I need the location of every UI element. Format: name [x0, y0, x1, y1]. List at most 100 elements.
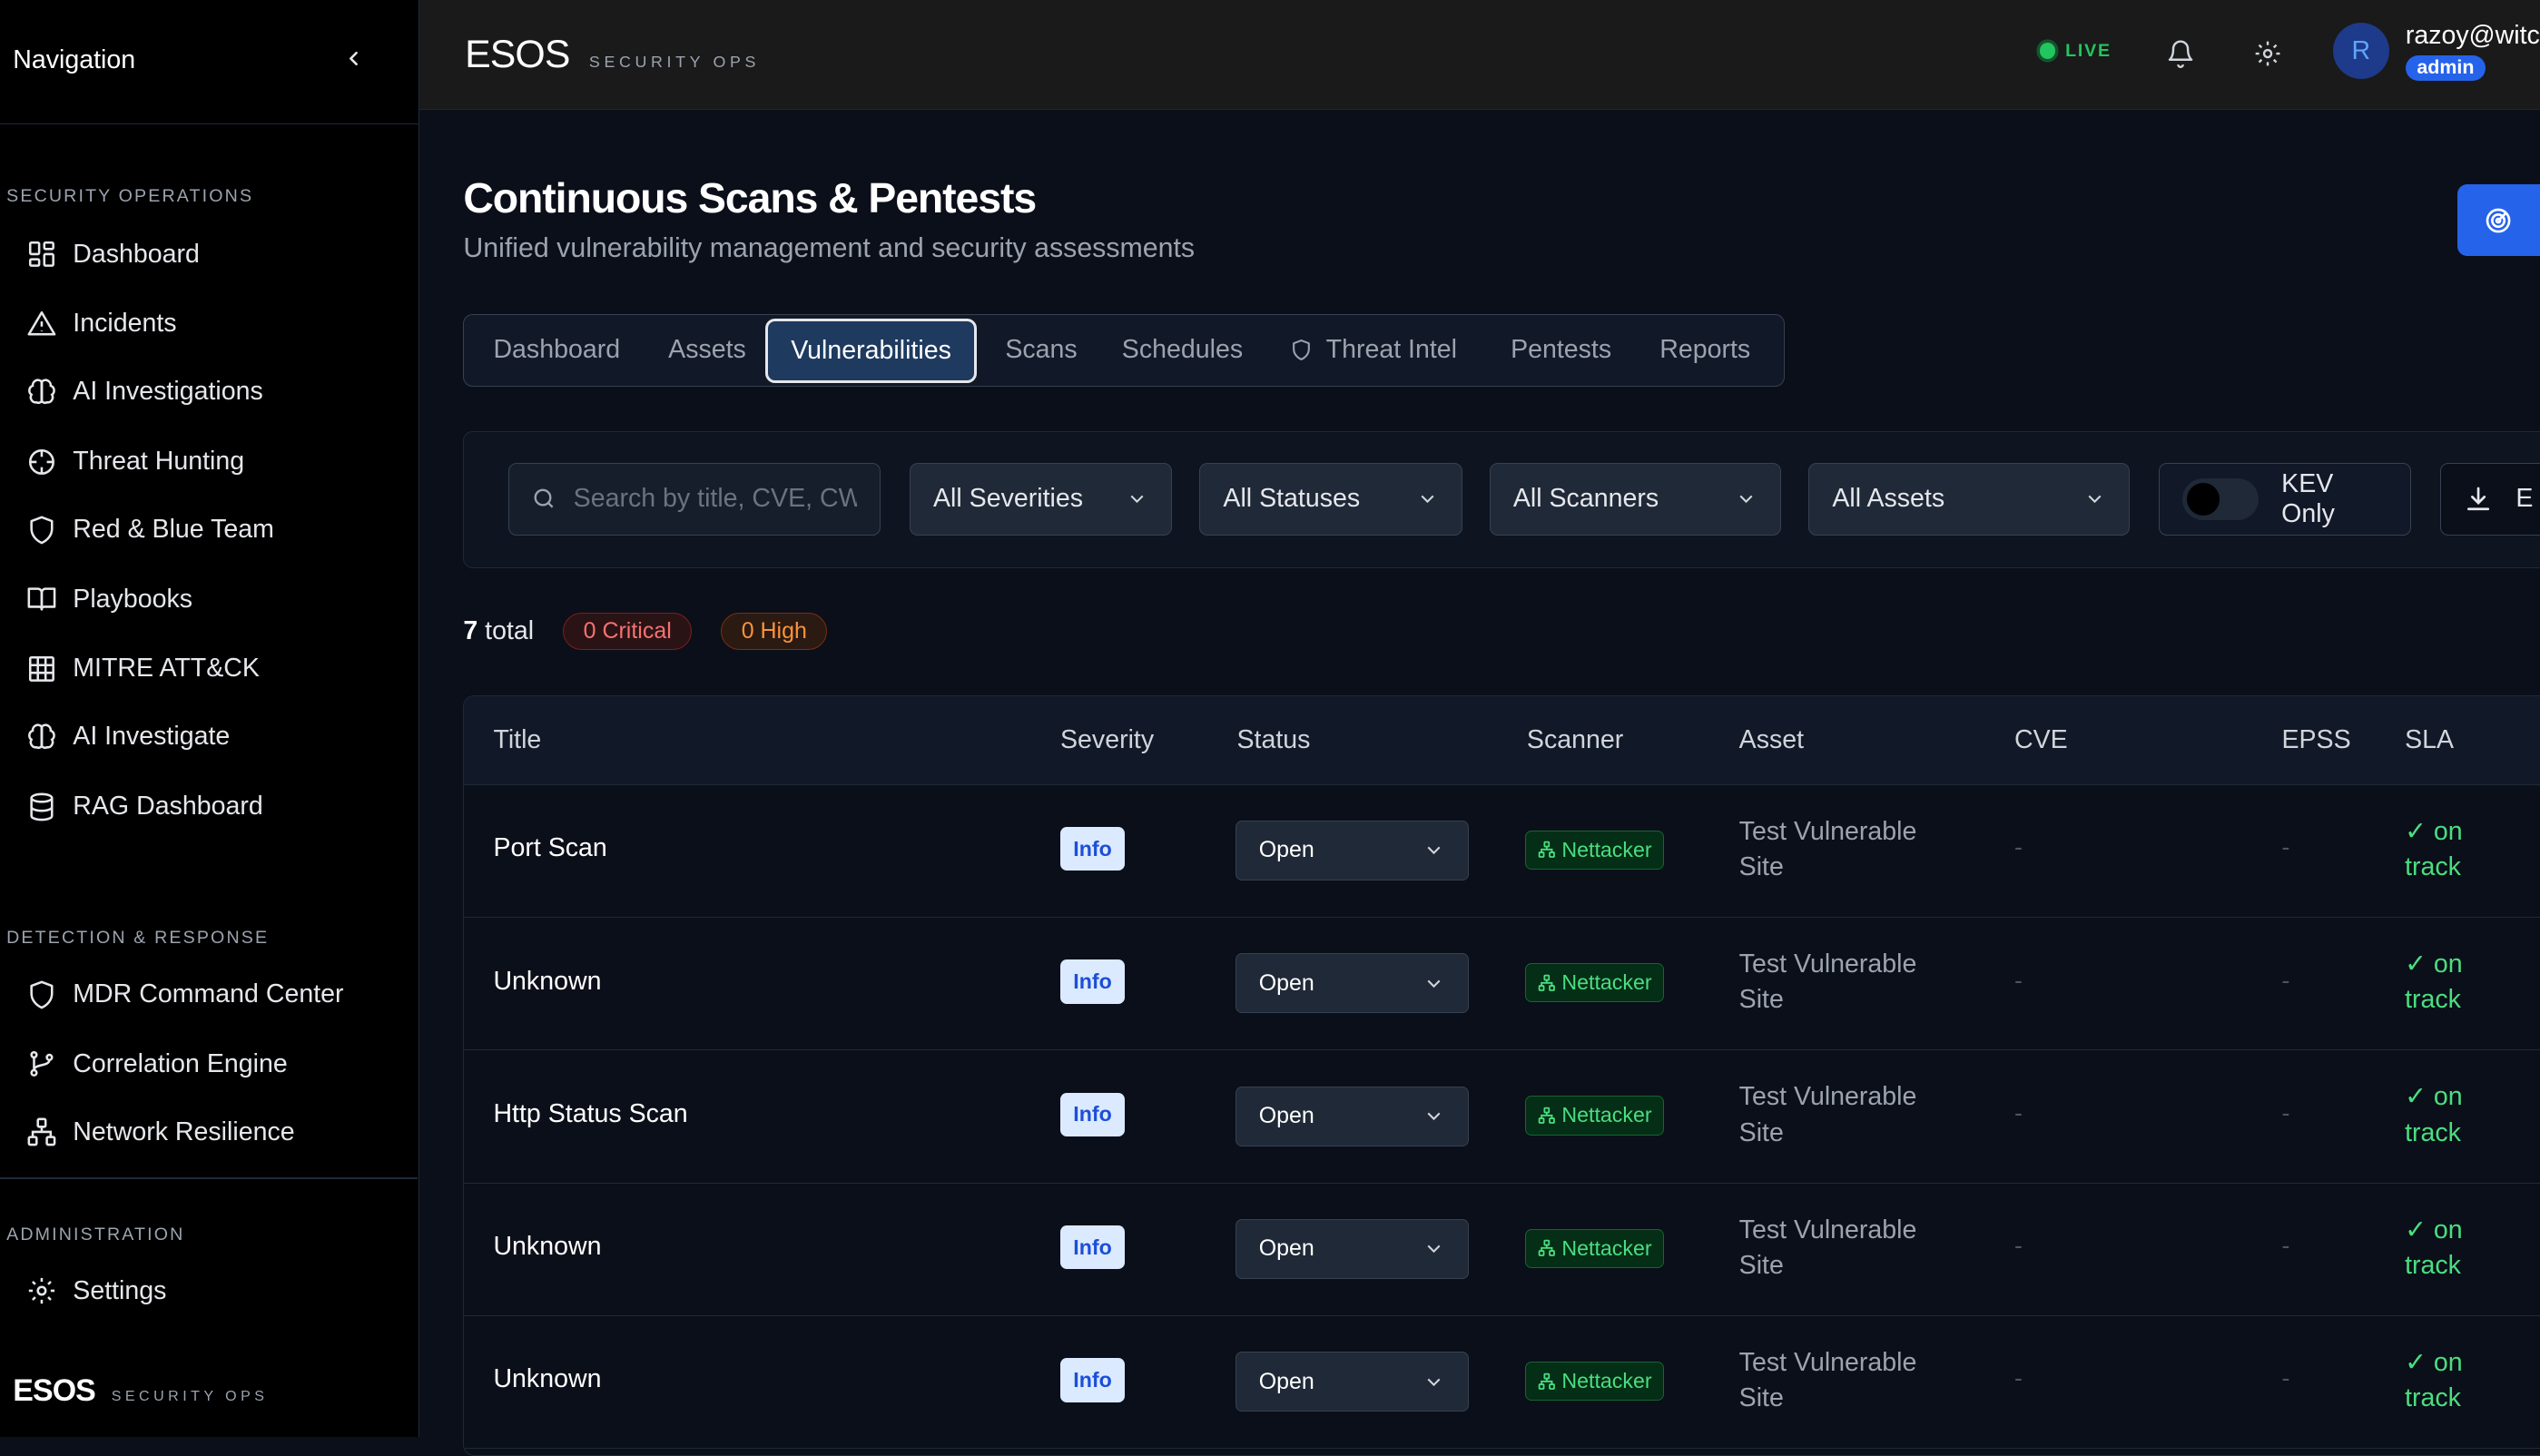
vuln-title[interactable]: Http Status Scan	[493, 1099, 687, 1129]
settings-button[interactable]	[2250, 35, 2286, 71]
network-icon	[1538, 1107, 1555, 1124]
tab-threat-intel[interactable]: Threat Intel	[1290, 315, 1457, 385]
avatar[interactable]: R	[2332, 22, 2390, 80]
status-dropdown[interactable]: Open	[1235, 1352, 1469, 1412]
brain-icon	[27, 379, 55, 404]
sidebar-item-rag-dashboard[interactable]: RAG Dashboard	[26, 782, 399, 831]
cve-value: -	[2014, 1364, 2023, 1392]
scanner-badge: Nettacker	[1525, 1228, 1665, 1268]
vuln-title[interactable]: Unknown	[493, 1232, 601, 1262]
table-row[interactable]: Http Status Scan Info Open Nettacker Tes…	[464, 1050, 2540, 1184]
tab-bar: Dashboard Assets Vulnerabilities Scans S…	[463, 314, 1786, 388]
collapse-sidebar-button[interactable]	[337, 42, 369, 74]
epss-value: -	[2281, 1098, 2290, 1126]
kev-only-toggle[interactable]: KEV Only	[2158, 462, 2412, 536]
book-icon	[27, 587, 55, 611]
scanner-badge: Nettacker	[1525, 830, 1665, 870]
sidebar-item-ai-investigate[interactable]: AI Investigate	[26, 713, 399, 762]
sidebar-item-incidents[interactable]: Incidents	[26, 300, 399, 349]
total-number: 7	[463, 615, 478, 645]
sidebar-item-threat-hunting[interactable]: Threat Hunting	[26, 438, 399, 487]
bell-icon	[2168, 40, 2193, 68]
tab-schedules[interactable]: Schedules	[1122, 315, 1243, 385]
sidebar-item-mitre-attack[interactable]: MITRE ATT&CK	[26, 644, 399, 694]
toggle-knob	[2187, 482, 2220, 516]
toggle-switch[interactable]	[2181, 477, 2259, 520]
sidebar-item-dashboard[interactable]: Dashboard	[26, 230, 399, 279]
assets-select[interactable]: All Assets	[1808, 462, 2130, 536]
cve-value: -	[2014, 833, 2023, 861]
sidebar-item-label: Threat Hunting	[73, 447, 245, 477]
column-header-severity[interactable]: Severity	[1060, 725, 1154, 755]
start-scan-button[interactable]	[2456, 184, 2540, 256]
chevron-down-icon	[1421, 495, 1434, 504]
table-row[interactable]: Unknown Info Open Nettacker Test Vulnera…	[464, 918, 2540, 1051]
vuln-title[interactable]: Port Scan	[493, 833, 606, 863]
network-icon	[1538, 974, 1555, 991]
sidebar-item-label: Dashboard	[73, 239, 200, 269]
sidebar-item-correlation-engine[interactable]: Correlation Engine	[26, 1040, 399, 1089]
sla-status: ✓ on track	[2405, 1082, 2463, 1147]
column-header-status[interactable]: Status	[1237, 725, 1311, 755]
tab-assets[interactable]: Assets	[668, 315, 746, 385]
top-bar: ESOS SECURITY OPS LIVE R razoy@witc admi…	[419, 0, 2540, 111]
notifications-button[interactable]	[2162, 35, 2198, 71]
table-row[interactable]: Unknown Info Open Nettacker Test Vulnera…	[464, 1184, 2540, 1316]
sidebar-item-label: Red & Blue Team	[73, 515, 274, 544]
column-header-sla[interactable]: SLA	[2405, 725, 2454, 755]
sidebar-item-label: Network Resilience	[73, 1117, 295, 1146]
tab-vulnerabilities[interactable]: Vulnerabilities	[765, 318, 977, 384]
export-button[interactable]: E	[2440, 462, 2540, 536]
sidebar-item-label: AI Investigations	[73, 377, 263, 407]
user-email[interactable]: razoy@witc	[2406, 21, 2540, 51]
status-dropdown[interactable]: Open	[1235, 953, 1469, 1014]
scanner-badge: Nettacker	[1525, 1096, 1665, 1136]
database-icon	[29, 792, 54, 821]
column-header-title[interactable]: Title	[493, 725, 541, 755]
column-header-cve[interactable]: CVE	[2014, 725, 2068, 755]
status-select[interactable]: All Statuses	[1199, 462, 1462, 536]
chevron-down-icon	[1427, 979, 1441, 988]
sidebar-item-playbooks[interactable]: Playbooks	[26, 575, 399, 624]
column-header-scanner[interactable]: Scanner	[1527, 725, 1623, 755]
sidebar-item-ai-investigations[interactable]: AI Investigations	[26, 368, 399, 417]
page-title: Continuous Scans & Pentests	[463, 173, 1037, 221]
scanner-select[interactable]: All Scanners	[1489, 462, 1782, 536]
tab-reports[interactable]: Reports	[1659, 315, 1750, 385]
column-header-asset[interactable]: Asset	[1739, 725, 1804, 755]
sidebar-item-red-blue-team[interactable]: Red & Blue Team	[26, 506, 399, 555]
status-dropdown[interactable]: Open	[1235, 1218, 1469, 1279]
tab-scans[interactable]: Scans	[1005, 315, 1077, 385]
chevron-down-icon	[1130, 495, 1144, 504]
gear-icon	[28, 1278, 54, 1304]
download-icon	[2467, 487, 2490, 510]
vulnerabilities-table: Title Severity Status Scanner Asset CVE …	[463, 694, 2540, 1456]
search-input[interactable]	[573, 484, 857, 515]
epss-value: -	[2281, 1364, 2290, 1392]
sidebar-item-network-resilience[interactable]: Network Resilience	[26, 1108, 399, 1157]
tab-dashboard[interactable]: Dashboard	[493, 315, 620, 385]
severity-select[interactable]: All Severities	[910, 462, 1173, 536]
column-header-epss[interactable]: EPSS	[2281, 725, 2350, 755]
search-field[interactable]	[507, 462, 881, 536]
table-row[interactable]: Port Scan Info Open Nettacker Test Vulne…	[464, 785, 2540, 918]
tab-pentests[interactable]: Pentests	[1511, 315, 1611, 385]
sidebar-item-settings[interactable]: Settings	[26, 1266, 399, 1315]
vuln-title[interactable]: Unknown	[493, 1364, 601, 1394]
asset-name: Test Vulnerable Site	[1738, 949, 1917, 1015]
sidebar-item-mdr-command-center[interactable]: MDR Command Center	[26, 970, 399, 1019]
chevron-left-icon	[349, 51, 358, 65]
asset-name: Test Vulnerable Site	[1738, 816, 1917, 882]
scanner-name: Nettacker	[1561, 970, 1652, 995]
scanner-name: Nettacker	[1561, 1369, 1652, 1393]
sidebar: Navigation SECURITY OPERATIONS Dashboard…	[0, 0, 420, 1437]
total-count: 7 total	[463, 616, 534, 646]
table-row[interactable]: Unknown Info Open Nettacker Test Vulnera…	[464, 1316, 2540, 1450]
status-dropdown[interactable]: Open	[1235, 1086, 1469, 1146]
vuln-title[interactable]: Unknown	[493, 967, 601, 997]
sla-status: ✓ on track	[2405, 949, 2463, 1015]
sidebar-brand: ESOS SECURITY OPS	[13, 1373, 268, 1409]
gear-icon	[2255, 41, 2280, 66]
status-dropdown[interactable]: Open	[1235, 820, 1469, 880]
live-label: LIVE	[2065, 40, 2112, 61]
